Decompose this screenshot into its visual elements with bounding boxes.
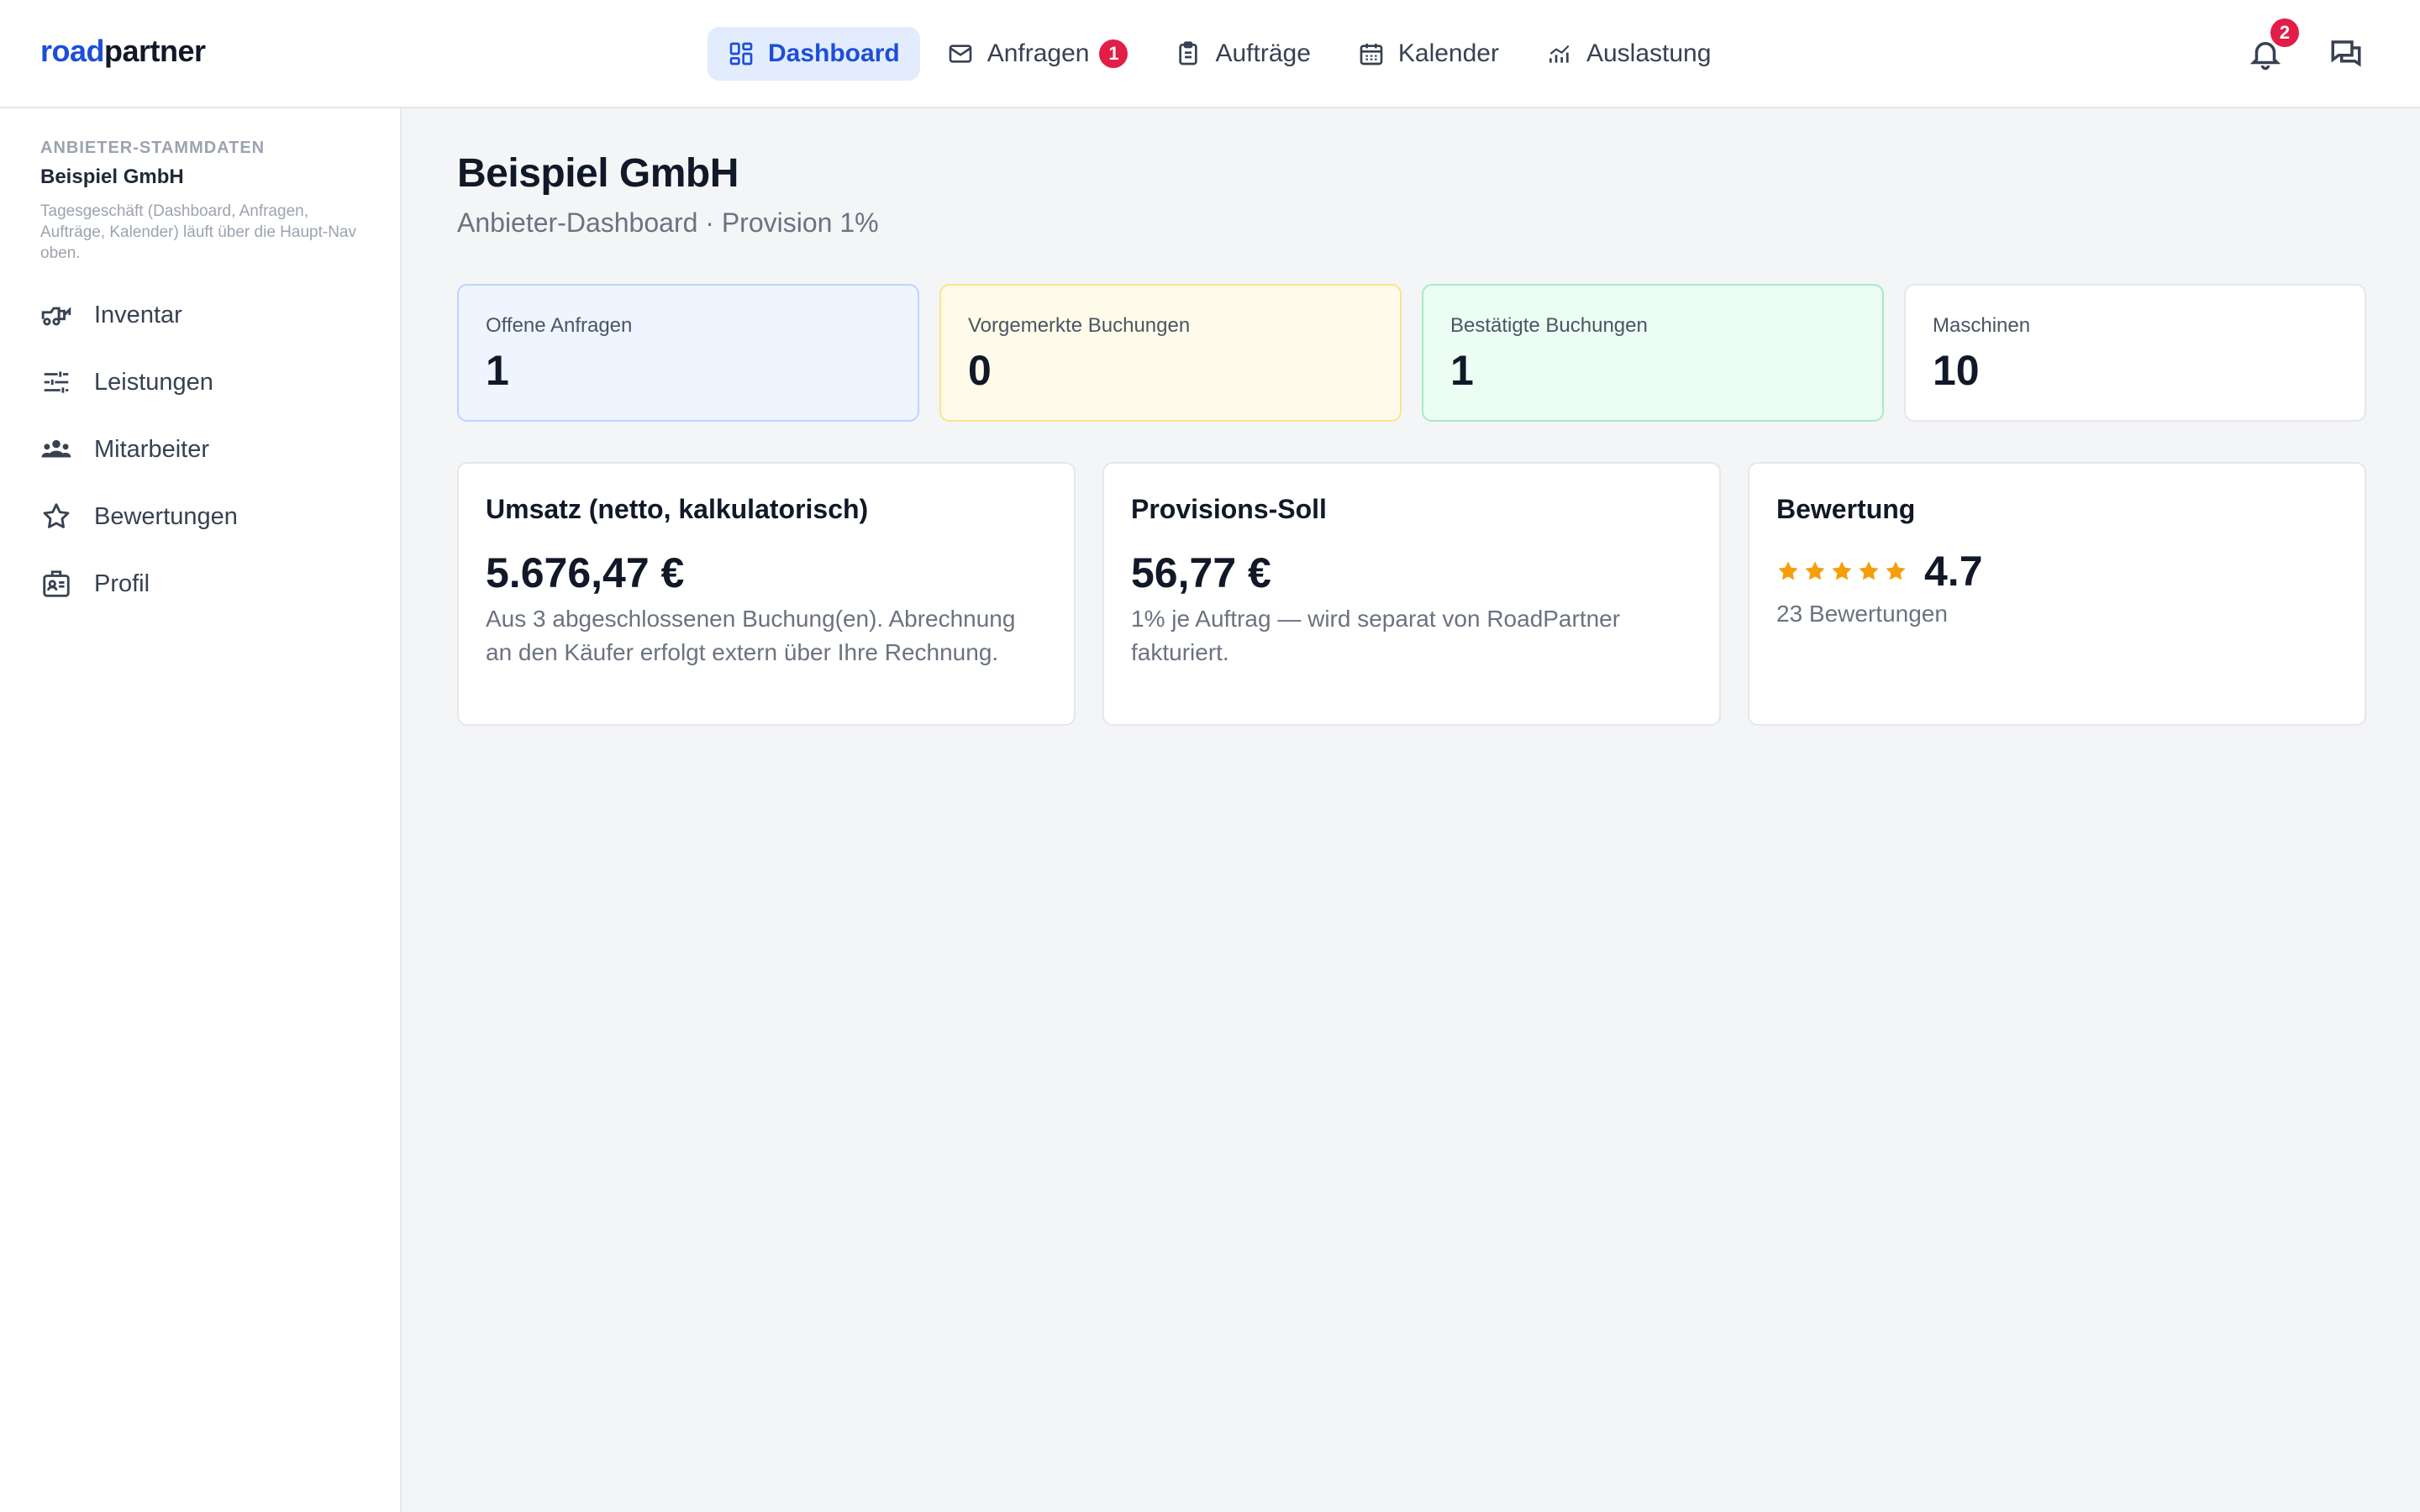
clipboard-icon (1179, 41, 1198, 66)
sidebar-item-mitarbeiter[interactable]: Mitarbeiter (40, 416, 238, 483)
card-bewertung: Bewertung 4.7 23 Bewertungen (1748, 462, 2366, 726)
stat-label: Vorgemerkte Buchungen (968, 314, 1191, 337)
sidebar-item-profil[interactable]: Profil (40, 550, 238, 617)
stat-card-bestaetigte-buchungen[interactable]: Bestätigte Buchungen 1 (1422, 284, 1884, 422)
chat-icon (2331, 40, 2361, 67)
nav-anfragen-label: Anfragen (986, 39, 1090, 67)
main-nav: Dashboard Anfragen 1 Aufträge Kalender A… (708, 27, 1731, 81)
sidebar-item-leistungen[interactable]: Leistungen (40, 349, 238, 416)
header-actions: 2 (2245, 18, 2366, 74)
brand-logo-part-partner: partner (104, 34, 206, 68)
brand-logo-part-road: road (40, 34, 105, 68)
calendar-icon (1360, 44, 1383, 66)
nav-dashboard-label: Dashboard (768, 39, 900, 67)
rating-count: 23 Bewertungen (1776, 601, 1948, 627)
nav-auslastung[interactable]: Auslastung (1526, 27, 1731, 81)
rating-value: 4.7 (1924, 548, 1983, 595)
stat-value: 1 (1450, 347, 1474, 394)
rating-row: 4.7 (1776, 547, 2338, 596)
sliders-icon (44, 371, 69, 393)
page-subtitle: Anbieter-Dashboard · Provision 1% (457, 207, 879, 238)
card-value: 56,77 € (1131, 549, 1271, 596)
stat-label: Bestätigte Buchungen (1450, 314, 1648, 337)
stat-label: Maschinen (1933, 314, 2031, 337)
nav-kalender[interactable]: Kalender (1338, 27, 1519, 81)
messages-button[interactable] (2326, 34, 2366, 74)
mail-icon (949, 45, 972, 63)
stat-card-offene-anfragen[interactable]: Offene Anfragen 1 (457, 284, 919, 422)
stat-value: 1 (486, 347, 509, 394)
chart-icon (1549, 45, 1570, 63)
card-value: 5.676,47 € (486, 549, 685, 596)
star-filled-icon (1859, 561, 1879, 580)
sidebar-item-label: Mitarbeiter (94, 435, 209, 463)
sidebar-item-label: Leistungen (94, 368, 213, 396)
sidebar-note: Tagesgeschäft (Dashboard, Anfragen, Auft… (40, 202, 356, 262)
star-filled-icon (1832, 561, 1852, 580)
sidebar-item-label: Inventar (94, 301, 182, 328)
card-umsatz: Umsatz (netto, kalkulatorisch) 5.676,47 … (457, 462, 1076, 726)
stat-value: 0 (968, 347, 992, 394)
sidebar-section-label: ANBIETER-STAMMDATEN (40, 139, 266, 157)
card-title: Umsatz (netto, kalkulatorisch) (486, 494, 869, 524)
dashboard-icon (729, 42, 753, 66)
card-title: Bewertung (1776, 494, 1916, 524)
sidebar-item-label: Profil (94, 570, 150, 597)
star-rating (1776, 559, 1907, 583)
sidebar-item-label: Bewertungen (94, 502, 238, 530)
nav-auftraege[interactable]: Aufträge (1155, 27, 1330, 81)
nav-dashboard[interactable]: Dashboard (708, 27, 920, 81)
stat-card-vorgemerkte-buchungen[interactable]: Vorgemerkte Buchungen 0 (939, 284, 1402, 422)
sidebar-company-name: Beispiel GmbH (40, 165, 184, 188)
star-icon (43, 503, 70, 528)
card-title: Provisions-Soll (1131, 494, 1327, 524)
stat-label: Offene Anfragen (486, 314, 633, 337)
id-card-icon (43, 570, 70, 597)
card-provision: Provisions-Soll 56,77 € 1% je Auftrag — … (1102, 462, 1721, 726)
card-description: 1% je Auftrag — wird separat von RoadPar… (1131, 606, 1621, 665)
nav-anfragen[interactable]: Anfragen 1 (927, 27, 1149, 81)
notifications-button[interactable]: 2 (2245, 18, 2299, 74)
stat-card-maschinen[interactable]: Maschinen 10 (1904, 284, 2366, 422)
notifications-count-badge: 2 (2270, 18, 2299, 47)
page-title: Beispiel GmbH (457, 151, 739, 196)
anfragen-count-badge: 1 (1099, 39, 1128, 68)
brand-logo[interactable]: roadpartner (40, 34, 206, 69)
top-navigation-bar: roadpartner Dashboard Anfragen 1 Aufträg… (0, 0, 2420, 108)
sidebar-item-bewertungen[interactable]: Bewertungen (40, 483, 238, 550)
truck-icon (41, 307, 71, 326)
sidebar-menu: Inventar Leistungen Mitarbeiter Bewertun… (40, 281, 238, 617)
sidebar: ANBIETER-STAMMDATEN Beispiel GmbH Tagesg… (0, 108, 402, 1512)
star-filled-icon (1805, 561, 1825, 580)
star-filled-icon (1886, 561, 1906, 580)
card-description: Aus 3 abgeschlossenen Buchung(en). Abrec… (486, 606, 1016, 665)
nav-auftraege-label: Aufträge (1215, 39, 1311, 67)
sidebar-item-inventar[interactable]: Inventar (40, 281, 238, 349)
star-filled-icon (1778, 561, 1798, 580)
team-icon (41, 439, 71, 458)
nav-auslastung-label: Auslastung (1586, 39, 1712, 67)
stat-value: 10 (1933, 347, 1980, 394)
nav-kalender-label: Kalender (1397, 39, 1499, 67)
